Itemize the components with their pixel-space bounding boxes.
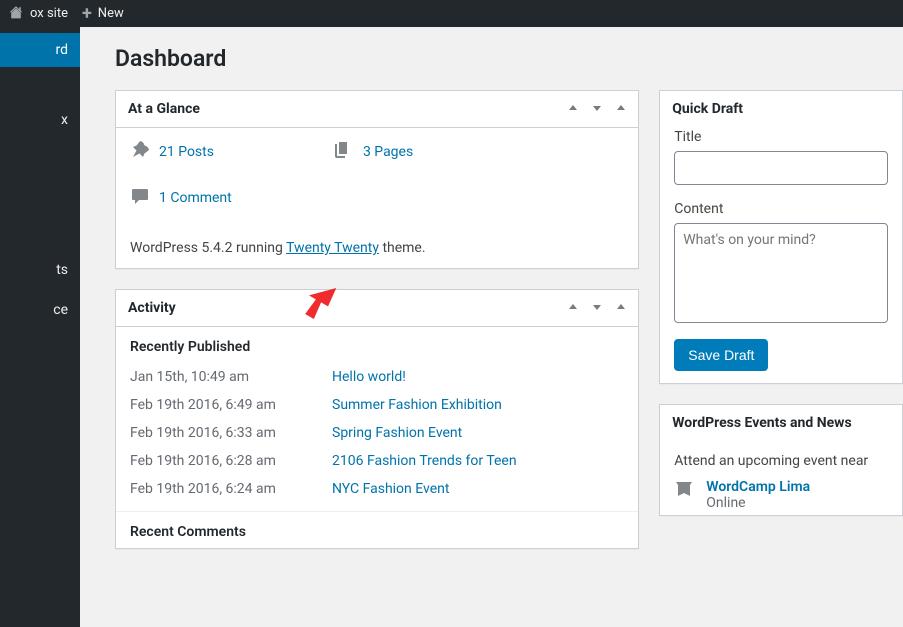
sidebar-item-dashboard[interactable]: rd: [0, 33, 80, 67]
pin-icon: [130, 140, 150, 164]
at-a-glance-title: At a Glance: [128, 101, 200, 117]
draft-content-input[interactable]: [674, 223, 888, 323]
quick-draft-title: Quick Draft: [672, 101, 743, 117]
glance-pages-text: 3 Pages: [363, 144, 413, 160]
activity-row: Feb 19th 2016, 6:24 am NYC Fashion Event: [130, 475, 624, 503]
adminbar-site-link[interactable]: ox site: [8, 4, 68, 24]
activity-date: Feb 19th 2016, 6:24 am: [130, 481, 320, 497]
event-location: Online: [706, 495, 810, 511]
admin-bar: ox site + New: [0, 0, 903, 27]
move-down-icon[interactable]: [592, 102, 602, 117]
theme-link[interactable]: Twenty Twenty: [286, 240, 379, 256]
adminbar-new-label: New: [98, 6, 124, 21]
activity-header: Activity: [116, 290, 638, 327]
activity-link[interactable]: 2106 Fashion Trends for Teen: [332, 453, 517, 469]
activity-date: Feb 19th 2016, 6:33 am: [130, 425, 320, 441]
plus-icon: +: [82, 3, 92, 24]
sidebar-item[interactable]: ce: [0, 293, 80, 327]
wordcamp-icon: [674, 479, 694, 511]
activity-row: Feb 19th 2016, 6:33 am Spring Fashion Eve…: [130, 419, 624, 447]
activity-row: Feb 19th 2016, 6:49 am Summer Fashion Exh…: [130, 391, 624, 419]
activity-title: Activity: [128, 300, 176, 316]
recent-comments-heading: Recent Comments: [116, 512, 638, 548]
adminbar-new-link[interactable]: + New: [82, 3, 124, 24]
activity-row: Jan 15th, 10:49 am Hello world!: [130, 363, 624, 391]
quick-draft-panel: Quick Draft Title Content Save Draft: [659, 90, 903, 384]
draft-title-input[interactable]: [674, 151, 888, 185]
content-area: Dashboard At a Glance: [80, 27, 903, 627]
quick-draft-header: Quick Draft: [660, 91, 902, 121]
toggle-panel-icon[interactable]: [616, 301, 626, 316]
events-title: WordPress Events and News: [672, 415, 851, 431]
event-name-link[interactable]: WordCamp Lima: [706, 479, 810, 495]
event-row: WordCamp Lima Online: [660, 479, 902, 515]
sidebar-item[interactable]: x: [0, 103, 80, 137]
activity-link[interactable]: Summer Fashion Exhibition: [332, 397, 502, 413]
home-icon: [8, 4, 24, 24]
activity-panel: Activity Recently Published Jan 15th, 10…: [115, 289, 639, 549]
move-down-icon[interactable]: [592, 301, 602, 316]
activity-row: Feb 19th 2016, 6:28 am 2106 Fashion Trend…: [130, 447, 624, 475]
events-panel: WordPress Events and News Attend an upco…: [659, 404, 903, 516]
pages-icon: [334, 140, 354, 164]
glance-comments-text: 1 Comment: [159, 190, 232, 206]
move-up-icon[interactable]: [568, 102, 578, 117]
events-intro: Attend an upcoming event near: [660, 441, 902, 479]
draft-title-label: Title: [674, 129, 888, 145]
glance-posts-link[interactable]: 21 Posts: [130, 140, 214, 164]
admin-sidebar: rd x ts ce: [0, 27, 80, 627]
comment-icon: [130, 186, 150, 210]
glance-comments-link[interactable]: 1 Comment: [130, 186, 624, 210]
glance-posts-text: 21 Posts: [159, 144, 214, 160]
glance-pages-link[interactable]: 3 Pages: [334, 140, 413, 164]
wp-version-text: WordPress 5.4.2 running Twenty Twenty th…: [130, 240, 624, 256]
activity-date: Feb 19th 2016, 6:28 am: [130, 453, 320, 469]
activity-date: Jan 15th, 10:49 am: [130, 369, 320, 385]
save-draft-button[interactable]: Save Draft: [674, 339, 768, 371]
activity-date: Feb 19th 2016, 6:49 am: [130, 397, 320, 413]
events-header: WordPress Events and News: [660, 405, 902, 441]
activity-list: Jan 15th, 10:49 am Hello world! Feb 19th …: [116, 363, 638, 509]
move-up-icon[interactable]: [568, 301, 578, 316]
adminbar-site-label: ox site: [30, 6, 68, 21]
toggle-panel-icon[interactable]: [616, 102, 626, 117]
at-a-glance-header: At a Glance: [116, 91, 638, 128]
recently-published-heading: Recently Published: [116, 327, 638, 363]
activity-link[interactable]: NYC Fashion Event: [332, 481, 449, 497]
activity-link[interactable]: Hello world!: [332, 369, 406, 385]
draft-content-label: Content: [674, 201, 888, 217]
activity-link[interactable]: Spring Fashion Event: [332, 425, 462, 441]
at-a-glance-panel: At a Glance 21 Posts: [115, 90, 639, 269]
sidebar-item[interactable]: ts: [0, 253, 80, 287]
page-title: Dashboard: [115, 45, 903, 72]
